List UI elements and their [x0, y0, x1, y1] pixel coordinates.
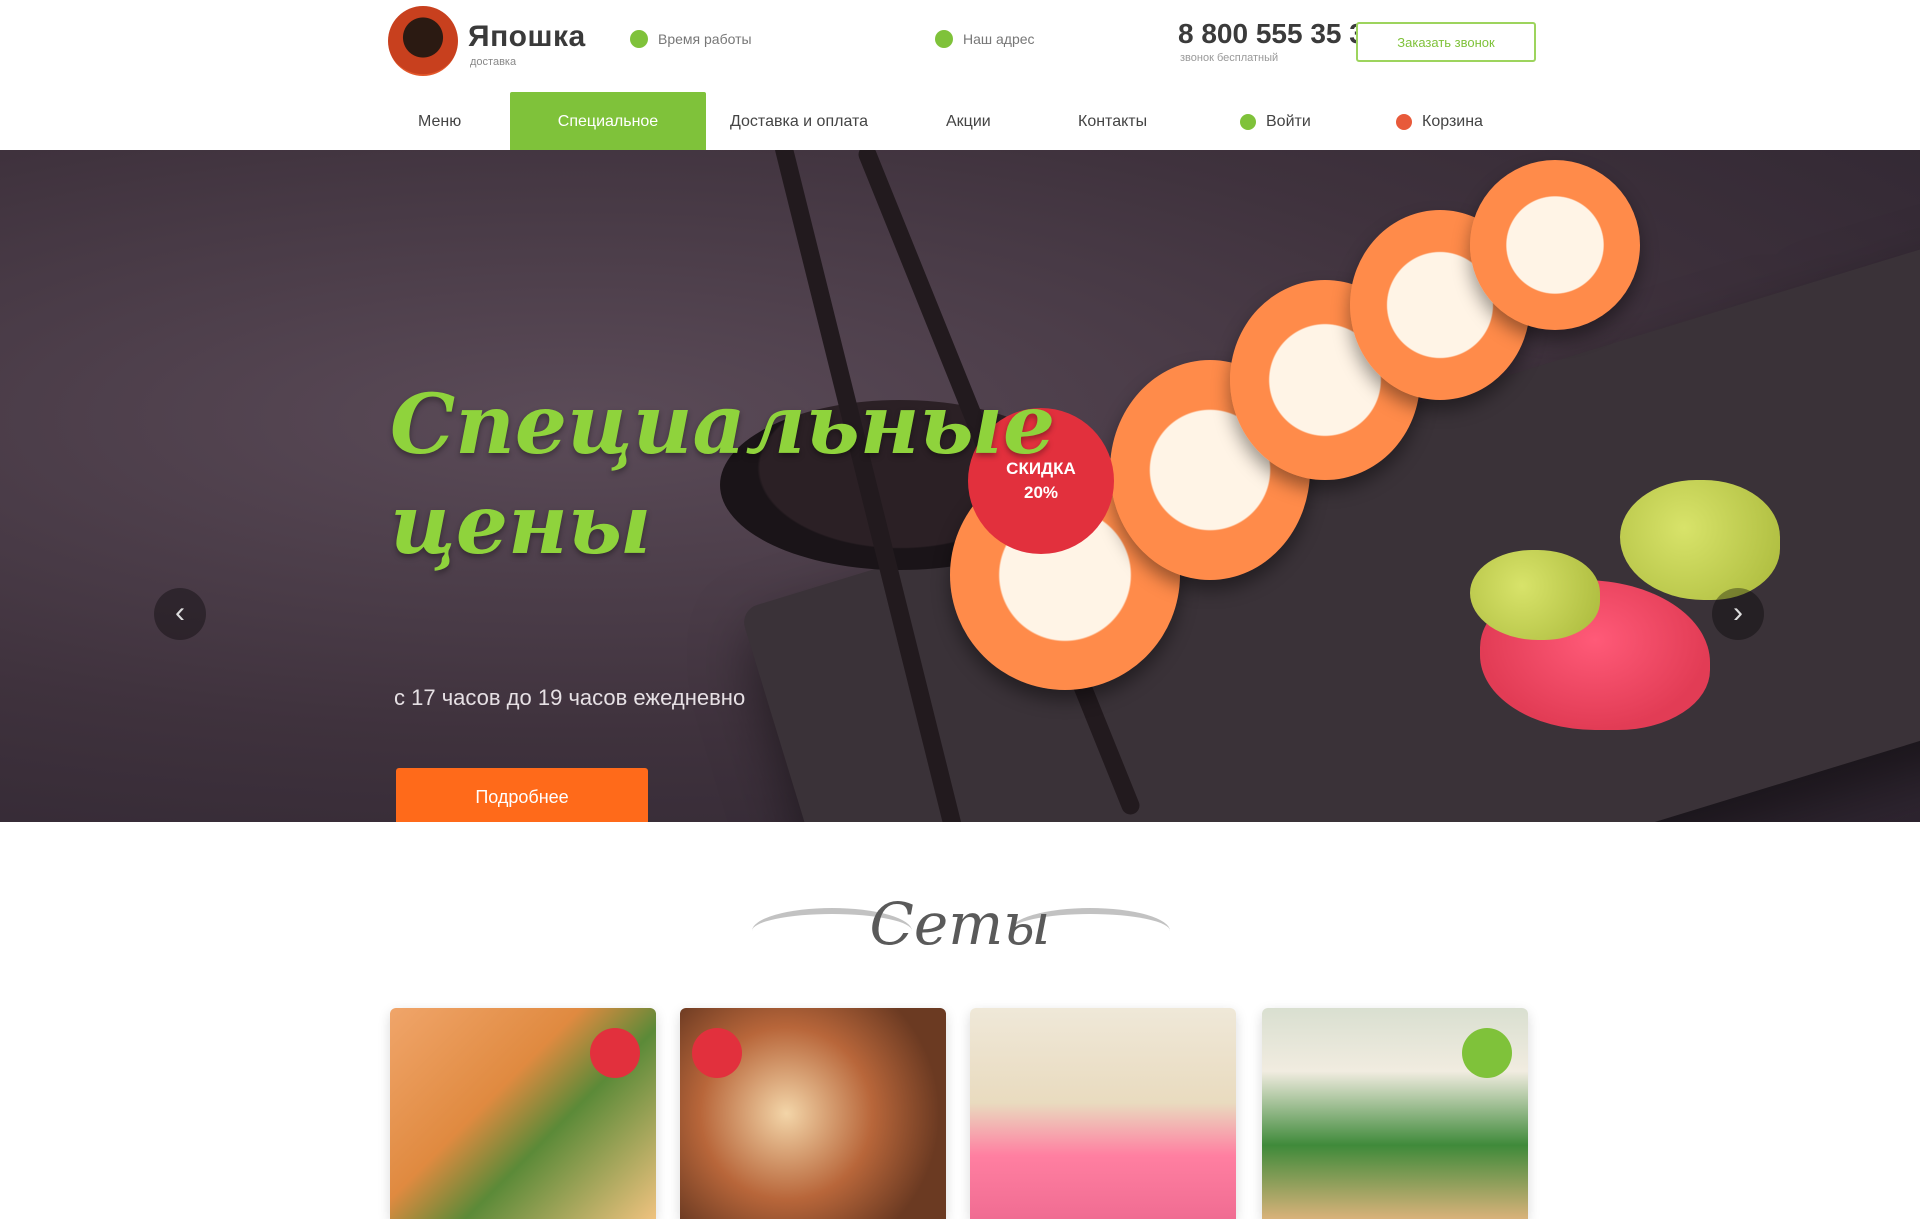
section-title: Сеты	[869, 890, 1051, 958]
logo-icon[interactable]	[388, 6, 458, 76]
product-card[interactable]	[970, 1008, 1236, 1219]
nav-cart-label: Корзина	[1422, 113, 1483, 130]
address-info: Наш адрес	[935, 30, 1035, 48]
brand-subtitle: доставка	[470, 56, 517, 68]
phone-number[interactable]: 8 800 555 35 35	[1178, 18, 1380, 50]
callback-button[interactable]: Заказать звонок	[1356, 22, 1536, 62]
site-header: Япошка доставка Время работы Наш адрес 8…	[0, 0, 1920, 150]
arrow-left-icon[interactable]: ‹	[154, 588, 206, 640]
new-tag-icon	[1462, 1028, 1512, 1078]
product-card[interactable]	[1262, 1008, 1528, 1219]
hero-title-line1: Специальные	[390, 377, 1056, 473]
product-card[interactable]	[390, 1008, 656, 1219]
location-icon	[935, 30, 953, 48]
hours-info: Время работы	[630, 30, 752, 48]
nav-item-cart[interactable]: Корзина	[1396, 92, 1483, 150]
arrow-right-icon[interactable]: ›	[1712, 588, 1764, 640]
hero-title-line2: цены	[390, 477, 652, 573]
hero-more-button[interactable]: Подробнее	[396, 768, 648, 822]
nav-login-label: Войти	[1266, 113, 1311, 130]
nav-item-delivery[interactable]: Доставка и оплата	[730, 92, 868, 150]
wasabi	[1470, 550, 1600, 640]
hero-title: Специальные цены	[390, 375, 1055, 575]
nav-item-menu[interactable]: Меню	[418, 92, 461, 150]
phone-subtitle: звонок бесплатный	[1180, 52, 1279, 64]
main-nav: Меню Специальное Доставка и оплата Акции…	[0, 92, 1920, 150]
user-icon	[1240, 113, 1256, 130]
nav-item-promo[interactable]: Акции	[946, 92, 991, 150]
product-card[interactable]	[680, 1008, 946, 1219]
brand-name[interactable]: Япошка	[468, 20, 586, 54]
sale-tag-icon	[692, 1028, 742, 1078]
nav-item-special[interactable]: Специальное	[510, 92, 706, 150]
nav-item-login[interactable]: Войти	[1240, 92, 1311, 150]
hero-subtitle: с 17 часов до 19 часов ежедневно	[394, 685, 746, 710]
hours-label: Время работы	[658, 31, 752, 47]
hero-slider: СКИДКА 20% Специальные цены с 17 часов д…	[0, 150, 1920, 822]
sushi-roll	[1470, 160, 1640, 330]
sale-tag-icon	[590, 1028, 640, 1078]
cart-icon	[1396, 113, 1412, 130]
address-label: Наш адрес	[963, 31, 1035, 47]
clock-icon	[630, 30, 648, 48]
nav-item-contacts[interactable]: Контакты	[1078, 92, 1147, 150]
